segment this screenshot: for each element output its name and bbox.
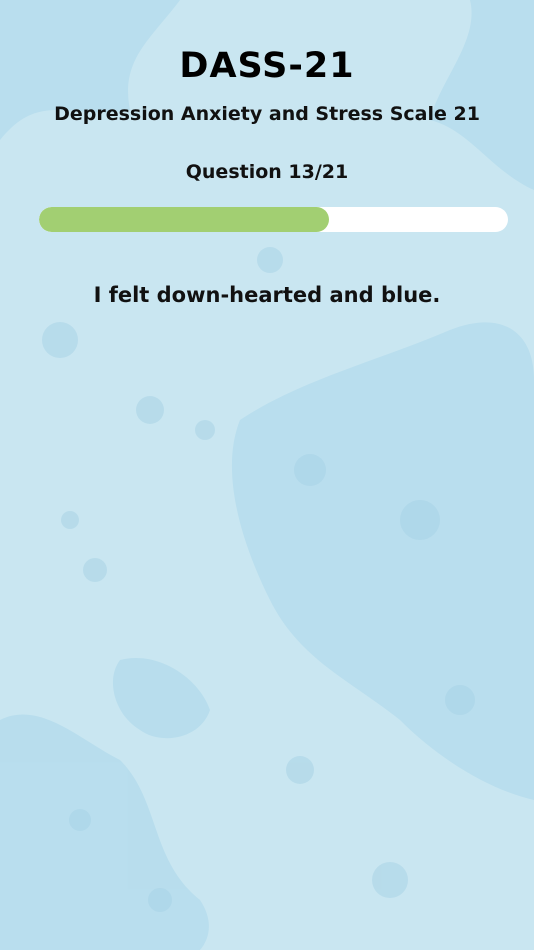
progress-bar (39, 207, 508, 232)
question-counter: Question 13/21 (185, 161, 349, 183)
app-subtitle: Depression Anxiety and Stress Scale 21 (54, 103, 480, 125)
quiz-screen: DASS-21 Depression Anxiety and Stress Sc… (0, 0, 534, 950)
question-text: I felt down-hearted and blue. (93, 283, 441, 307)
app-title: DASS-21 (179, 46, 355, 86)
progress-bar-fill (39, 207, 330, 232)
